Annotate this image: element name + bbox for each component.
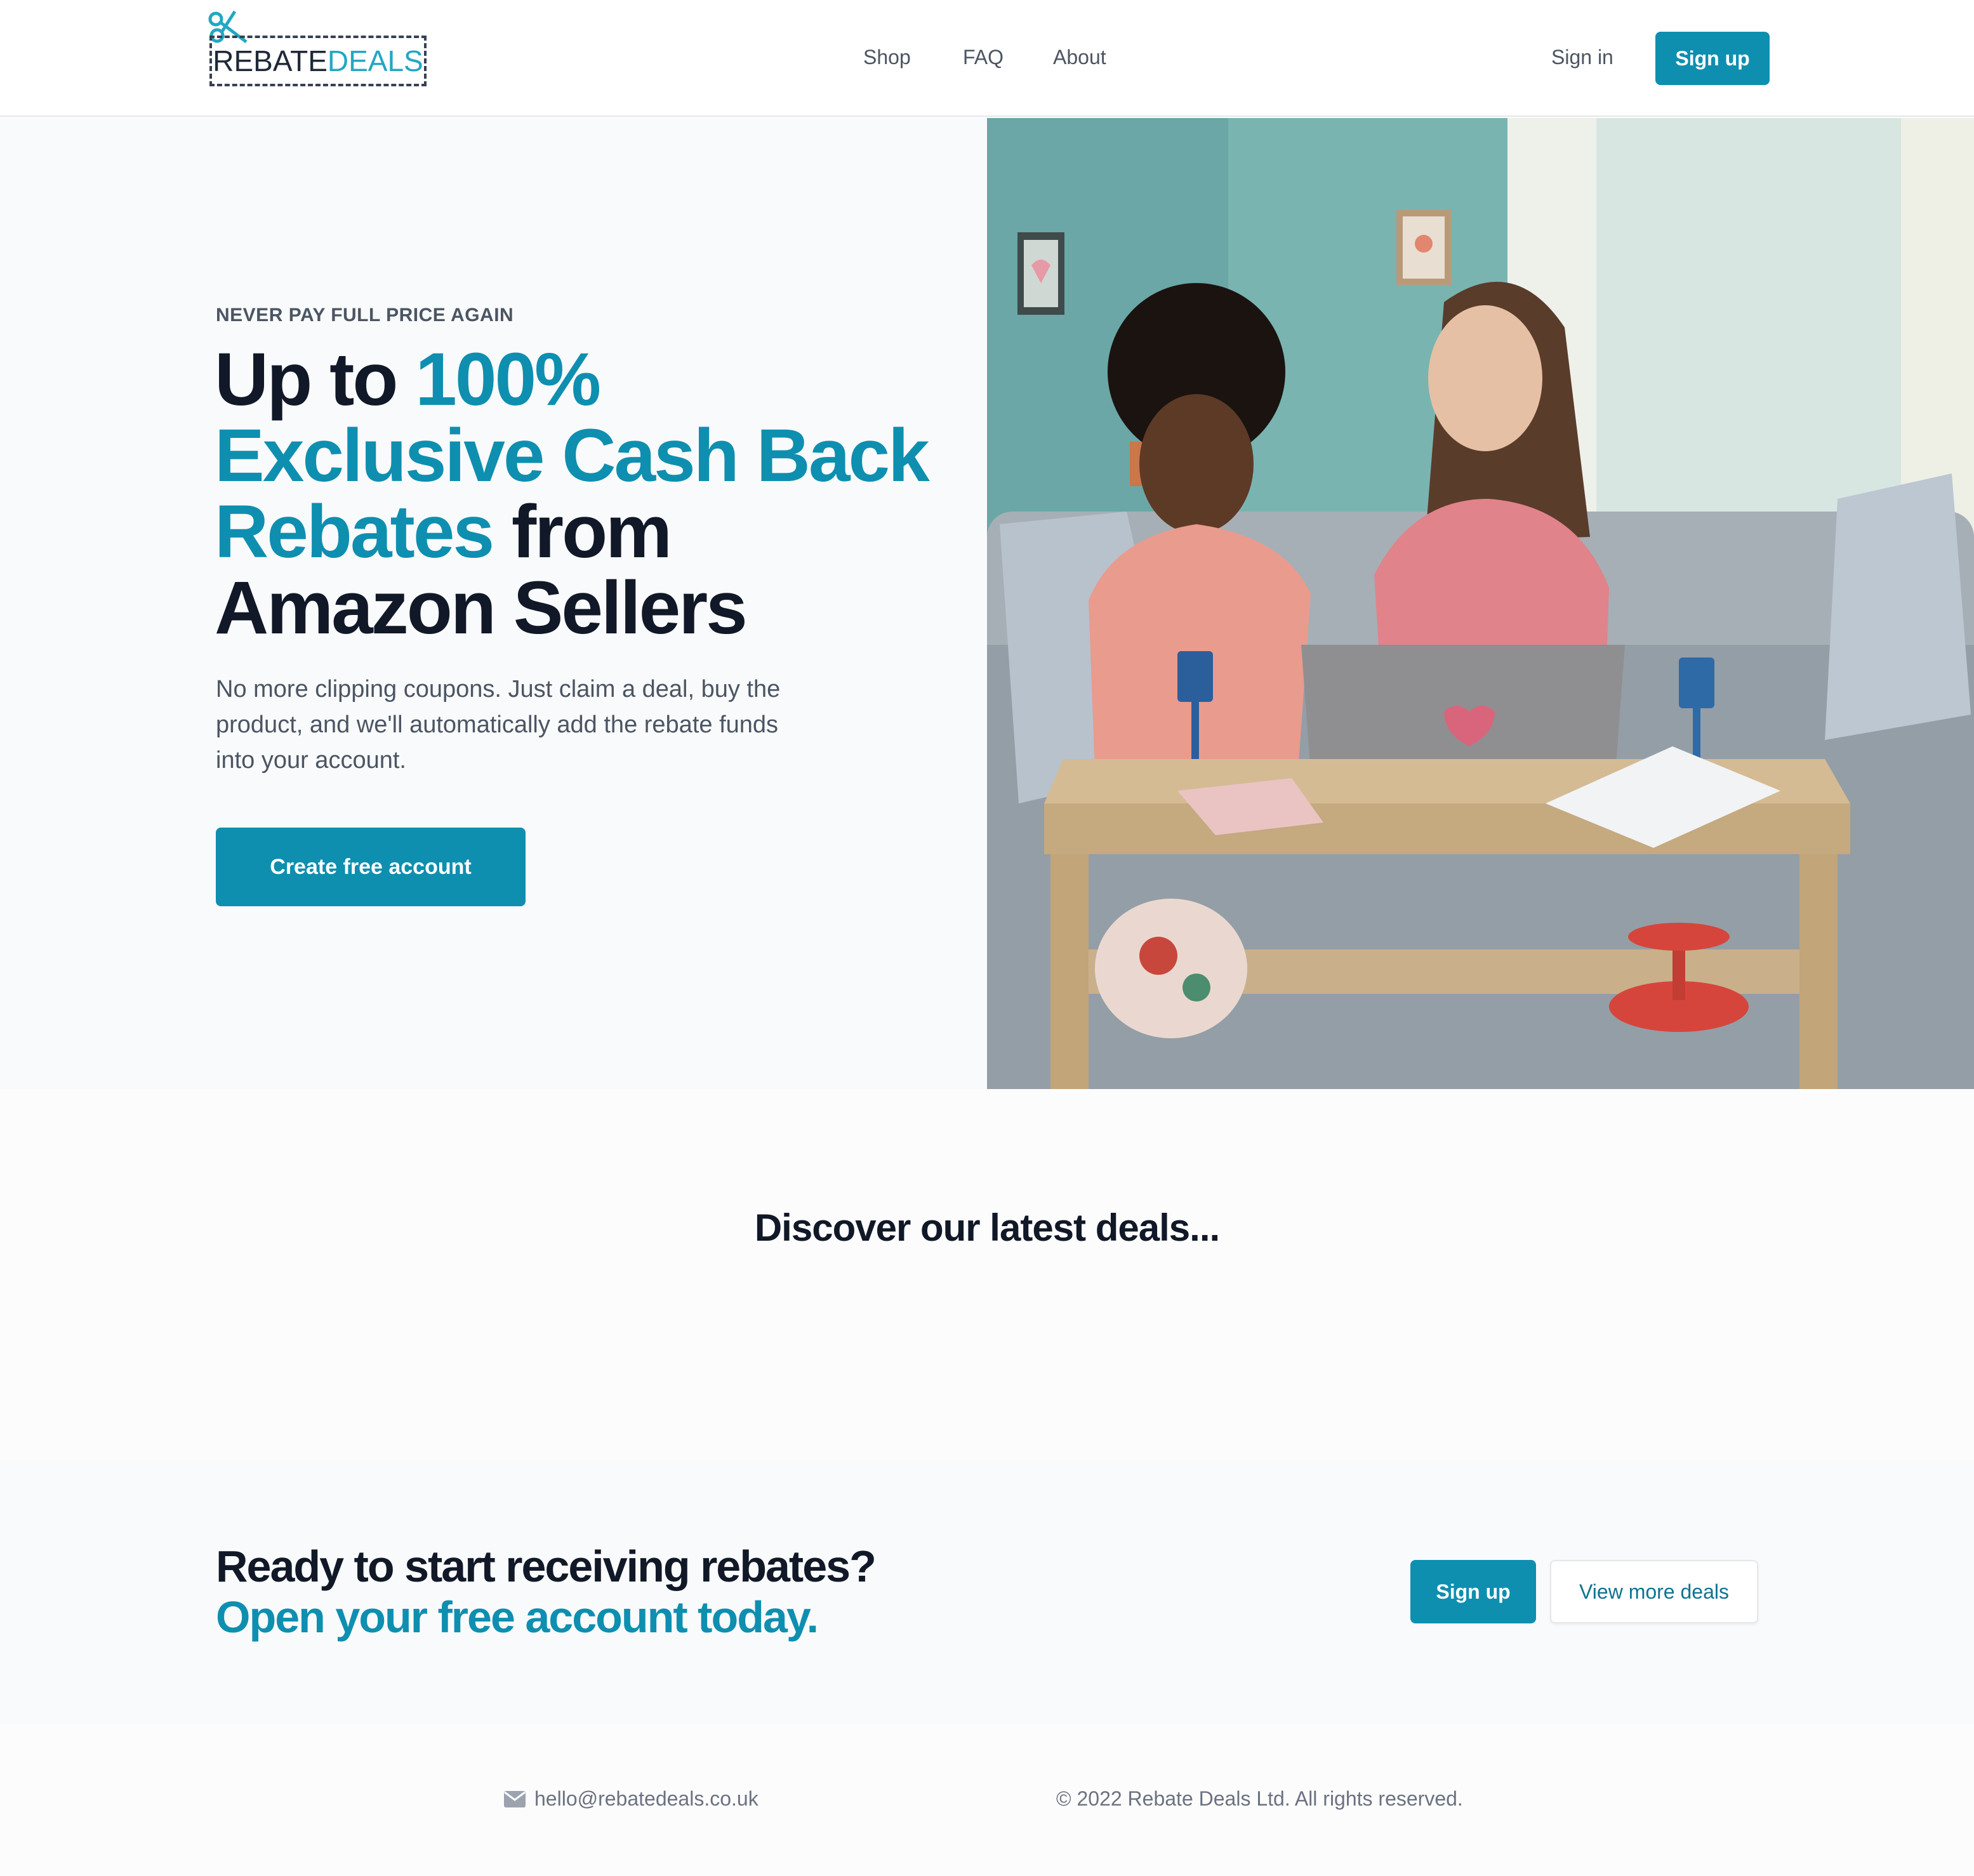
- cta-heading: Ready to start receiving rebates?: [216, 1542, 877, 1591]
- hero-title-part1: Up to: [215, 338, 416, 421]
- envelope-icon: [504, 1790, 526, 1807]
- hero-title-part2: from: [493, 490, 672, 574]
- hero-eyebrow: NEVER PAY FULL PRICE AGAIN: [216, 305, 514, 326]
- sign-in-link[interactable]: Sign in: [1551, 46, 1613, 69]
- logo-text-deals: DEALS: [327, 44, 423, 77]
- hero-photo: [987, 118, 1974, 1089]
- logo-text-rebate: REBATE: [213, 44, 328, 77]
- hero-title: Up to 100% Exclusive Cash Back Rebates f…: [215, 341, 964, 646]
- site-logo[interactable]: REBATE DEALS: [209, 36, 427, 86]
- hero-photo-illustration: [987, 118, 1974, 1089]
- hero-title-accent3: Rebates: [215, 490, 494, 574]
- view-more-deals-button[interactable]: View more deals: [1550, 1560, 1758, 1623]
- footer-copyright: © 2022 Rebate Deals Ltd. All rights rese…: [1056, 1787, 1463, 1810]
- footer-email-link[interactable]: hello@rebatedeals.co.uk: [504, 1787, 758, 1811]
- deals-section-title: Discover our latest deals...: [754, 1206, 1220, 1249]
- site-header: REBATE DEALS Shop FAQ About Sign in Sign …: [0, 0, 1974, 117]
- nav-faq[interactable]: FAQ: [963, 46, 1004, 69]
- hero-title-accent1: 100%: [415, 338, 601, 421]
- header-sign-up-button[interactable]: Sign up: [1655, 32, 1770, 85]
- nav-shop[interactable]: Shop: [863, 46, 911, 69]
- hero-subtitle: No more clipping coupons. Just claim a d…: [216, 676, 781, 774]
- hero-title-accent2: Exclusive Cash Back: [215, 414, 930, 498]
- hero-title-part3: Amazon Sellers: [215, 566, 748, 650]
- nav-about[interactable]: About: [1053, 46, 1106, 69]
- create-account-button[interactable]: Create free account: [216, 828, 526, 906]
- cta-subheading: Open your free account today.: [216, 1592, 819, 1642]
- cta-sign-up-button[interactable]: Sign up: [1410, 1560, 1536, 1623]
- footer-email-text: hello@rebatedeals.co.uk: [534, 1787, 758, 1810]
